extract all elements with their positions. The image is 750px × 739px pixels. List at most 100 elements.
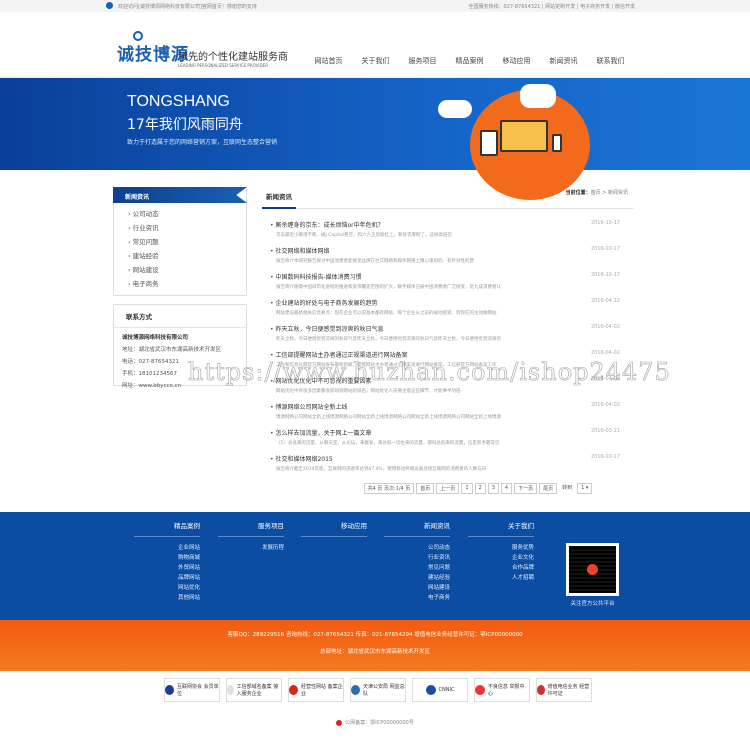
- first-page-button[interactable]: 首页: [416, 483, 435, 494]
- news-title[interactable]: 博源网络公司网站全新上线: [270, 401, 634, 411]
- sidebar-news: 新闻资讯 公司动态 行业资讯 常见问题 建站经验 网站建设 电子商务: [113, 187, 247, 296]
- cert-badge[interactable]: 经营性网站 备案企业: [288, 678, 344, 702]
- footer-link[interactable]: 常见问题: [384, 563, 450, 573]
- badge-label: 天津公安局 网监总队: [363, 684, 405, 697]
- police-badge-icon: [336, 719, 343, 726]
- news-title[interactable]: 中国数码科技报告-媒体消费习惯: [270, 271, 634, 281]
- banner-desc: 致力于打造属于您的网络营销方案，互联网生态整合营销: [127, 139, 278, 146]
- news-item: 企业建站的好处与电子商务发展的趋势网站建设最新相关信息要点：现在企业可以说基本都…: [262, 297, 634, 323]
- cert-badge[interactable]: 天津公安局 网监总队: [350, 678, 406, 702]
- footer-link[interactable]: 品牌网站: [134, 573, 200, 583]
- nav-news[interactable]: 新闻资讯: [540, 56, 587, 66]
- news-summary: 京东最近小麻烦不断，被J Capital看空，和六六王思聪杠上，和优衣库掰了，这…: [276, 233, 453, 238]
- news-summary: 工业和信息化部官方网站发布最新新闻，提醒网站主办者通过正规渠道进行网站备案，工信…: [276, 363, 497, 368]
- page-2[interactable]: 2: [474, 483, 486, 494]
- tab-news[interactable]: 新闻资讯: [262, 188, 296, 209]
- news-item: 社交网络和媒体网络报告简介本研究报告探讨中国消费者能接受品牌在社交网络和媒体网络…: [262, 245, 634, 271]
- phone: 电话：027-87654321: [122, 359, 179, 365]
- footer-link[interactable]: 行业资讯: [384, 553, 450, 563]
- nav-services[interactable]: 服务项目: [399, 56, 446, 66]
- page-select-value: 1: [581, 485, 585, 491]
- nav-home[interactable]: 网站首页: [305, 56, 352, 66]
- sidebar-item[interactable]: 常见问题: [128, 235, 246, 249]
- footer-link[interactable]: 其他网站: [134, 593, 200, 603]
- footer-column: 服务项目 发展历程: [218, 520, 284, 553]
- nav-cases[interactable]: 精品案例: [446, 56, 493, 66]
- footer-link[interactable]: 网站优化: [134, 583, 200, 593]
- footer-link[interactable]: 企业网站: [134, 543, 200, 553]
- footer-link[interactable]: 公司动态: [384, 543, 450, 553]
- news-date: 2016-10-17: [590, 246, 620, 252]
- news-title[interactable]: 企业建站的好处与电子商务发展的趋势: [270, 297, 634, 307]
- cloud-icon: [438, 100, 472, 118]
- contact-box: 联系方式 诚技博源网络科技有限公司 地址：湖北省武汉市东湖高新技术开发区 电话：…: [113, 304, 247, 389]
- prev-page-button[interactable]: 上一页: [436, 483, 460, 494]
- sidebar-item[interactable]: 公司动态: [128, 207, 246, 221]
- sidebar-item[interactable]: 行业资讯: [128, 221, 246, 235]
- top-link[interactable]: 微信开发: [615, 4, 635, 10]
- footer-link[interactable]: 外贸网站: [134, 563, 200, 573]
- sidebar-item[interactable]: 网站建设: [128, 263, 246, 277]
- icp-record: 公网备案：鄂ICP00000000号: [0, 719, 750, 726]
- news-title[interactable]: 社交网络和媒体网络: [270, 245, 634, 255]
- nav-about[interactable]: 关于我们: [352, 56, 399, 66]
- footer-link[interactable]: 合作品牌: [468, 563, 534, 573]
- next-page-button[interactable]: 下一页: [514, 483, 538, 494]
- news-title[interactable]: 昨天立秋，今日便感觉到凉爽的秋日气息: [270, 323, 634, 333]
- badge-label: CNNIC: [438, 687, 455, 693]
- news-title[interactable]: 厮杀缠身的京东：成长烦恼or中年危机？: [270, 219, 634, 229]
- phone-icon: [552, 134, 562, 152]
- news-title[interactable]: 网站优化优化中不可忽视的重要因素: [270, 375, 634, 385]
- news-title[interactable]: 工信部提醒网站主办者通过正规渠道进行网站备案: [270, 349, 634, 359]
- location-icon: [106, 2, 113, 9]
- footer-column: 精品案例 企业网站 购物商城 外贸网站 品牌网站 网站优化 其他网站: [134, 520, 200, 603]
- page-select[interactable]: 1 ▾: [577, 483, 593, 494]
- footer-link[interactable]: 建站经验: [384, 573, 450, 583]
- footer-link[interactable]: 服务优势: [468, 543, 534, 553]
- pagination: 共4 页 页次:1/4 页 首页 上一页 1 2 3 4 下一页 尾页 转到 1…: [262, 483, 634, 494]
- nav-contact[interactable]: 联系我们: [587, 56, 634, 66]
- welcome-text: 欢迎访问[诚技博源网络科技有限公司]官网首页！感谢您的支持: [118, 4, 257, 10]
- news-title[interactable]: 怎么样去加流量，关于网上一篇文章: [270, 427, 634, 437]
- page-4[interactable]: 4: [500, 483, 513, 494]
- address: 地址：湖北省武汉市东湖高新技术开发区: [122, 347, 222, 353]
- footer-column-title: 移动应用: [301, 520, 367, 537]
- address-line: 总部地址：湖北省武汉市东湖高新技术开发区: [319, 649, 430, 655]
- news-date: 2016-10-17: [590, 454, 620, 460]
- contact-title: 联系方式: [114, 305, 246, 328]
- qr-caption: 关注官方公共平台: [570, 601, 615, 607]
- sidebar-item[interactable]: 电子商务: [128, 277, 246, 291]
- footer-column-title: 关于我们: [468, 520, 534, 537]
- top-link[interactable]: 网站定制开发: [545, 4, 575, 10]
- breadcrumb-path[interactable]: 首页 > 新闻资讯: [591, 190, 628, 196]
- footer-link[interactable]: 电子商务: [384, 593, 450, 603]
- page-1[interactable]: 1: [461, 483, 473, 494]
- icp-text[interactable]: 公网备案：鄂ICP00000000号: [345, 720, 413, 726]
- news-summary: 报告简介随着中国城市化进程的推进和宽带覆盖范围的扩大，数字媒体已被中国消费者广泛…: [276, 285, 501, 290]
- last-page-button[interactable]: 尾页: [539, 483, 558, 494]
- nav-mobile[interactable]: 移动应用: [493, 56, 540, 66]
- news-title[interactable]: 社交和媒体网络2015: [270, 453, 634, 463]
- news-item: 博源网络公司网站全新上线博源网络公司网站全新上线博源网络公司网站全新上线博源网络…: [262, 401, 634, 427]
- news-summary: 网站建设最新相关信息要点：现在企业可以说基本都有网站，每个企业从之前的被动接受，…: [276, 311, 497, 316]
- news-item: 工信部提醒网站主办者通过正规渠道进行网站备案工业和信息化部官方网站发布最新新闻，…: [262, 349, 634, 375]
- footer-link[interactable]: 发展历程: [218, 543, 284, 553]
- footer-link[interactable]: 企业文化: [468, 553, 534, 563]
- news-date: 2016-04-02: [590, 376, 620, 382]
- news-summary: （1）总低来的流量，从聊天室，从论坛，来群发，来总低一切拉来的流量，都叫总低来的…: [276, 441, 500, 446]
- news-date: 2016-04-02: [590, 402, 620, 408]
- top-link[interactable]: 电子商务开发: [580, 4, 610, 10]
- tablet-icon: [480, 130, 498, 156]
- cert-badge[interactable]: 增值电信业务 经营许可证: [536, 678, 592, 702]
- footer-link[interactable]: 人才招聘: [468, 573, 534, 583]
- cert-badge[interactable]: 工信部域名备案 接入服务企业: [226, 678, 282, 702]
- sidebar-item[interactable]: 建站经验: [128, 249, 246, 263]
- cert-badge[interactable]: 互联网协会 会员单位: [164, 678, 220, 702]
- footer-column: 新闻资讯 公司动态 行业资讯 常见问题 建站经验 网站建设 电子商务: [384, 520, 450, 603]
- footer-link[interactable]: 购物商城: [134, 553, 200, 563]
- footer-link[interactable]: 网站建设: [384, 583, 450, 593]
- cert-badge[interactable]: CNNIC: [412, 678, 468, 702]
- news-summary: 报告简介截至2014年底，互联网的渗透率达到47.4%，使用移动终端设备连接互联…: [276, 467, 487, 472]
- page-3[interactable]: 3: [487, 483, 499, 494]
- cert-badge[interactable]: 不良信息 举报中心: [474, 678, 530, 702]
